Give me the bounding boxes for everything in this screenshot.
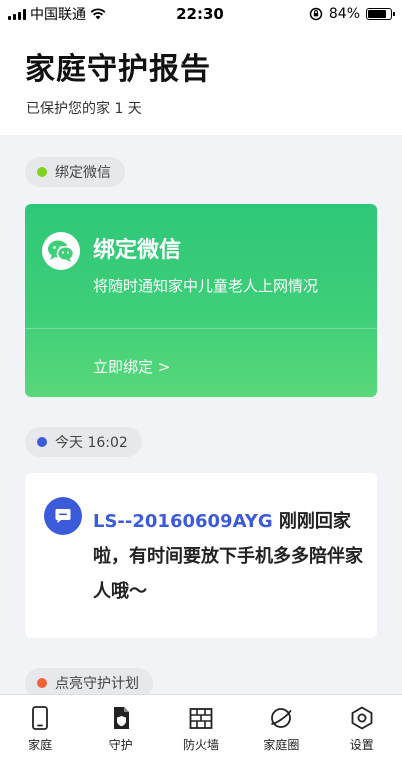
bind-now-button[interactable]: 立即绑定 > [93,356,170,377]
status-dot-orange [37,678,47,688]
tab-family-circle[interactable]: 家庭圈 [241,695,321,753]
firewall-icon [189,708,213,729]
status-bar: 中国联通 22:30 84% [0,0,402,28]
status-dot-green [37,167,47,177]
planet-icon [271,708,292,728]
home-arrival-message-card[interactable]: LS--20160609AYG 刚刚回家啦，有时间要放下手机多多陪伴家人哦～ [25,473,377,638]
chip-label: 绑定微信 [55,165,111,181]
tab-guard[interactable]: 守护 [81,695,161,753]
shield-document-icon [113,707,129,729]
message-icon [44,497,82,535]
wechat-card-description: 将随时通知家中儿童老人上网情况 [93,277,319,295]
status-time: 22:30 [176,5,224,23]
card-divider [25,328,377,329]
tab-label: 守护 [108,738,133,752]
wechat-card-title: 绑定微信 [93,238,182,263]
status-dot-blue [37,437,47,447]
signal-icon [8,8,26,20]
battery-icon [366,8,395,20]
tab-label: 家庭圈 [263,738,300,752]
wechat-icon [42,232,80,270]
orientation-lock-icon [309,7,323,21]
tab-label: 家庭 [28,738,53,752]
wechat-bind-card[interactable]: 绑定微信 将随时通知家中儿童老人上网情况 立即绑定 > [25,204,377,397]
page-header: 家庭守护报告 已保护您的家 1 天 [0,28,402,135]
carrier-label: 中国联通 [30,7,86,23]
section-chip-wechat: 绑定微信 [25,157,125,187]
wifi-icon [90,8,106,20]
tab-label: 防火墙 [182,738,219,752]
battery-percent: 84% [328,6,360,22]
phone-icon [32,706,49,730]
chip-label: 今天 16:02 [55,435,128,451]
page-subtitle: 已保护您的家 1 天 [26,101,142,117]
chip-label: 点亮守护计划 [55,676,139,692]
section-chip-today: 今天 16:02 [25,427,142,457]
bottom-tab-bar: 家庭 守护 防火墙 家庭圈 设置 [0,694,402,759]
tab-home[interactable]: 家庭 [0,695,80,753]
tab-label: 设置 [349,738,374,752]
device-name-link[interactable]: LS--20160609AYG [93,511,273,532]
page-title: 家庭守护报告 [25,52,211,87]
tab-firewall[interactable]: 防火墙 [161,695,241,753]
battery-fill [368,10,387,18]
message-text: LS--20160609AYG 刚刚回家啦，有时间要放下手机多多陪伴家人哦～ [93,504,367,609]
hexagon-settings-icon [351,706,373,730]
tab-settings[interactable]: 设置 [322,695,402,753]
